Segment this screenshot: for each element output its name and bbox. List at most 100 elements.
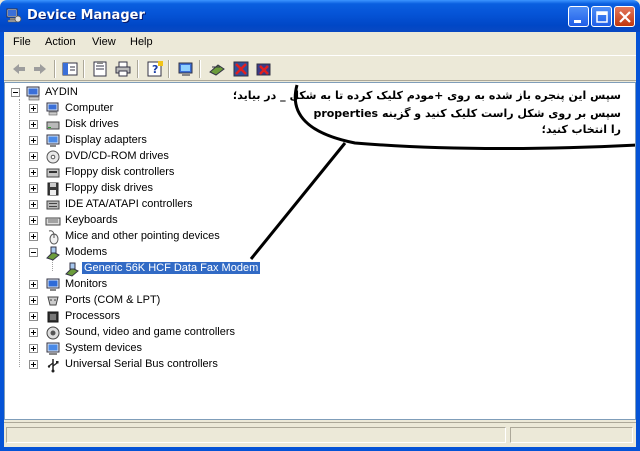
tree-item-label: Universal Serial Bus controllers: [65, 358, 218, 370]
menu-file[interactable]: File: [13, 36, 31, 48]
modem-icon: [64, 261, 80, 277]
tree-item-label: Monitors: [65, 278, 108, 290]
tree-item-label: Display adapters: [65, 134, 147, 146]
print-icon[interactable]: [114, 60, 132, 78]
usb-icon: [45, 357, 61, 373]
expand-toggle[interactable]: [29, 104, 38, 113]
expand-toggle[interactable]: [29, 280, 38, 289]
status-pane: [6, 427, 506, 443]
tree-item-ports[interactable]: Ports (COM & LPT): [5, 293, 305, 309]
tree-item-label: Floppy disk controllers: [65, 166, 175, 178]
uninstall-device-icon[interactable]: [255, 60, 273, 78]
modem-icon: [45, 245, 61, 261]
toolbar-separator: [168, 60, 170, 78]
toolbar-separator: [199, 60, 201, 78]
menu-view[interactable]: View: [92, 36, 116, 48]
tree-item-label: Computer: [65, 102, 114, 114]
tree-item-monitors[interactable]: Monitors: [5, 277, 305, 293]
port-icon: [45, 293, 61, 309]
toolbar-separator: [54, 60, 56, 78]
help-icon[interactable]: ?: [146, 60, 164, 78]
expand-toggle[interactable]: [29, 296, 38, 305]
minimize-button[interactable]: [568, 6, 589, 27]
ide-controller-icon: [45, 197, 61, 213]
expand-toggle[interactable]: [29, 232, 38, 241]
scan-hardware-icon[interactable]: [177, 60, 195, 78]
menu-help[interactable]: Help: [130, 36, 153, 48]
tree-item-label: DVD/CD-ROM drives: [65, 150, 169, 162]
tree-item-ide-controllers[interactable]: IDE ATA/ATAPI controllers: [5, 197, 305, 213]
device-tree-pane[interactable]: AYDIN Computer Disk drives Display adapt…: [4, 82, 636, 420]
expand-toggle[interactable]: [29, 184, 38, 193]
expand-toggle[interactable]: [29, 152, 38, 161]
tree-item-modems[interactable]: Modems: [5, 245, 305, 261]
tree-item-disk-drives[interactable]: Disk drives: [5, 117, 305, 133]
tree-item-sound-video[interactable]: Sound, video and game controllers: [5, 325, 305, 341]
sound-icon: [45, 325, 61, 341]
collapse-toggle[interactable]: [29, 248, 38, 257]
annotation-text-line-2: سپس بر روی شکل راست کلیک کنید و گزینه pr…: [313, 107, 621, 120]
tree-item-label: Ports (COM & LPT): [65, 294, 161, 306]
properties-icon[interactable]: [91, 60, 109, 78]
expand-toggle[interactable]: [29, 216, 38, 225]
show-hide-console-tree-icon[interactable]: [61, 60, 79, 78]
tree-item-label: Modems: [65, 246, 108, 258]
title-bar[interactable]: Device Manager: [0, 0, 640, 32]
tree-item-floppy-disk-drives[interactable]: Floppy disk drives: [5, 181, 305, 197]
menu-action[interactable]: Action: [45, 36, 76, 48]
tree-item-label: Mice and other pointing devices: [65, 230, 220, 242]
minimize-icon: [574, 20, 581, 23]
status-bar: [4, 422, 636, 447]
tree-item-display-adapters[interactable]: Display adapters: [5, 133, 305, 149]
tree-item-generic-modem[interactable]: Generic 56K HCF Data Fax Modem: [5, 261, 305, 277]
monitor-icon: [45, 277, 61, 293]
expand-toggle[interactable]: [29, 136, 38, 145]
collapse-toggle[interactable]: [11, 88, 20, 97]
status-pane: [510, 427, 633, 443]
device-manager-icon: [5, 7, 22, 24]
close-icon: [619, 11, 631, 23]
tree-item-dvd-cdrom-drives[interactable]: DVD/CD-ROM drives: [5, 149, 305, 165]
tree-item-computer[interactable]: Computer: [5, 101, 305, 117]
floppy-controller-icon: [45, 165, 61, 181]
expand-toggle[interactable]: [29, 344, 38, 353]
tree-item-usb-controllers[interactable]: Universal Serial Bus controllers: [5, 357, 305, 373]
close-button[interactable]: [614, 6, 635, 27]
tree-item-processors[interactable]: Processors: [5, 309, 305, 325]
system-device-icon: [45, 341, 61, 357]
display-adapter-icon: [45, 133, 61, 149]
selected-device-label: Generic 56K HCF Data Fax Modem: [82, 262, 261, 274]
update-driver-icon[interactable]: [208, 60, 226, 78]
tree-item-label: IDE ATA/ATAPI controllers: [65, 198, 193, 210]
expand-toggle[interactable]: [29, 200, 38, 209]
tree-item-floppy-disk-controllers[interactable]: Floppy disk controllers: [5, 165, 305, 181]
cdrom-icon: [45, 149, 61, 165]
window-title: Device Manager: [27, 8, 145, 23]
expand-toggle[interactable]: [29, 328, 38, 337]
toolbar-separator: [83, 60, 85, 78]
tree-item-label: Processors: [65, 310, 121, 322]
tree-root[interactable]: AYDIN: [5, 85, 205, 101]
back-arrow-icon[interactable]: [10, 60, 28, 78]
forward-arrow-icon[interactable]: [31, 60, 49, 78]
tree-item-label: Disk drives: [65, 118, 119, 130]
window-frame-bottom: [0, 447, 640, 451]
expand-toggle[interactable]: [29, 360, 38, 369]
disable-device-icon[interactable]: [232, 60, 250, 78]
expand-toggle[interactable]: [29, 312, 38, 321]
computer-icon: [26, 85, 42, 101]
expand-toggle[interactable]: [29, 120, 38, 129]
tree-item-label: Floppy disk drives: [65, 182, 154, 194]
tree-item-label: System devices: [65, 342, 143, 354]
maximize-button[interactable]: [591, 6, 612, 27]
window-frame-right: [636, 32, 640, 451]
tree-item-keyboards[interactable]: Keyboards: [5, 213, 305, 229]
expand-toggle[interactable]: [29, 168, 38, 177]
annotation-text-line-1: سپس این پنجره باز شده به روی +مودم کلیک …: [232, 89, 621, 102]
toolbar: ?: [4, 55, 636, 81]
tree-item-mice[interactable]: Mice and other pointing devices: [5, 229, 305, 245]
keyboard-icon: [45, 213, 61, 229]
svg-text:?: ?: [152, 63, 158, 76]
tree-item-system-devices[interactable]: System devices: [5, 341, 305, 357]
disk-drive-icon: [45, 117, 61, 133]
